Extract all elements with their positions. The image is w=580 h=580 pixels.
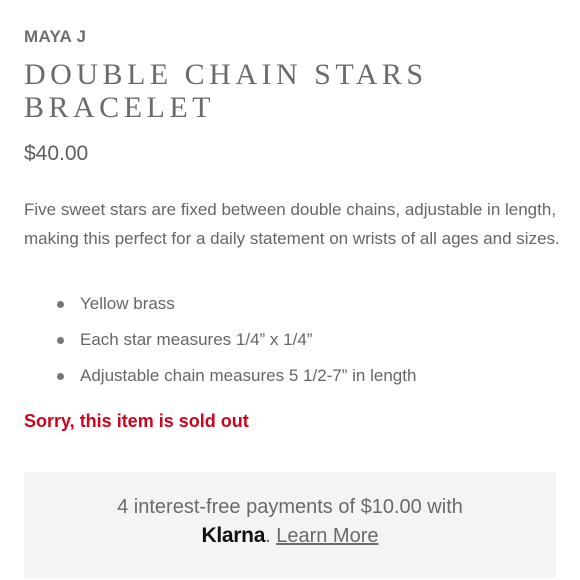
klarna-learn-more-link[interactable]: Learn More xyxy=(276,525,378,547)
bullet-icon xyxy=(57,301,64,308)
product-page: MAYA J DOUBLE CHAIN STARS BRACELET $40.0… xyxy=(0,0,580,580)
feature-list: Yellow brass Each star measures 1/4” x 1… xyxy=(24,291,416,399)
feature-item: Yellow brass xyxy=(24,291,416,327)
klarna-installments-text: 4 interest-free payments of $10.00 with xyxy=(117,496,463,518)
klarna-logo: Klarna xyxy=(201,524,266,547)
bullet-icon xyxy=(57,373,64,380)
klarna-separator: . xyxy=(265,525,271,547)
feature-text: Yellow brass xyxy=(80,294,175,313)
bullet-icon xyxy=(57,337,64,344)
brand-name[interactable]: MAYA J xyxy=(24,27,86,47)
product-description: Five sweet stars are fixed between doubl… xyxy=(24,200,560,248)
feature-text: Adjustable chain measures 5 1/2-7” in le… xyxy=(80,366,417,385)
feature-text: Each star measures 1/4” x 1/4” xyxy=(80,330,313,349)
klarna-payment-banner: 4 interest-free payments of $10.00 with … xyxy=(24,472,556,578)
klarna-line: Klarna. Learn More xyxy=(24,522,556,550)
feature-item: Adjustable chain measures 5 1/2-7” in le… xyxy=(24,363,416,399)
feature-item: Each star measures 1/4” x 1/4” xyxy=(24,327,416,363)
product-price: $40.00 xyxy=(24,142,89,165)
product-title: DOUBLE CHAIN STARS BRACELET xyxy=(24,58,428,124)
sold-out-message: Sorry, this item is sold out xyxy=(24,411,249,431)
